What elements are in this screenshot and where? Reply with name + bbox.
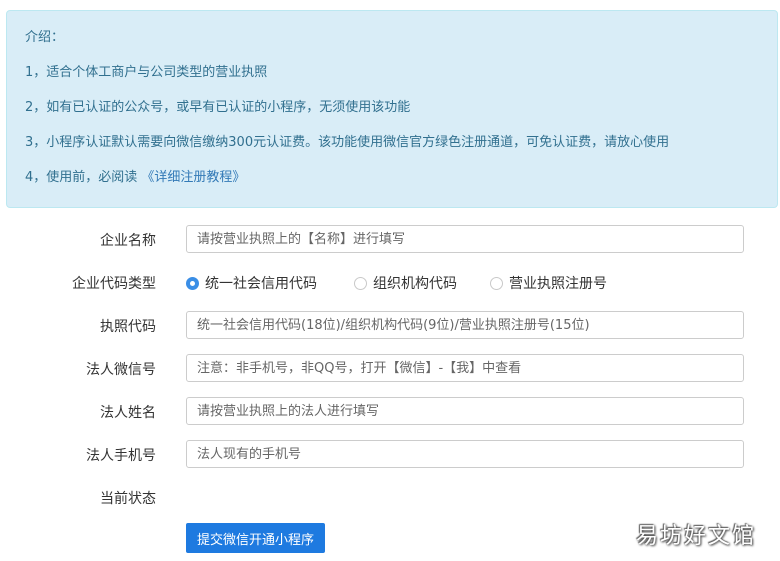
radio-organization-code-label: 组织机构代码: [373, 276, 457, 292]
legal-name-input[interactable]: [186, 397, 744, 425]
intro-alert-box: 介绍： 1，适合个体工商户与公司类型的营业执照 2，如有已认证的公众号，或早有已…: [6, 10, 778, 208]
radio-organization-code[interactable]: 组织机构代码: [354, 272, 457, 294]
intro-line-3: 3，小程序认证默认需要向微信缴纳300元认证费。该功能使用微信官方绿色注册通道，…: [25, 135, 670, 150]
intro-line-4-text: 4，使用前，必阅读: [25, 170, 138, 185]
company-name-label: 企业名称: [100, 233, 156, 249]
status-label: 当前状态: [100, 491, 156, 507]
legal-phone-input[interactable]: [186, 440, 744, 468]
legal-wechat-label: 法人微信号: [86, 362, 156, 378]
watermark: 易坊好文馆: [635, 524, 756, 549]
legal-phone-label: 法人手机号: [86, 448, 156, 464]
company-name-input[interactable]: [186, 225, 744, 253]
intro-title: 介绍：: [25, 30, 65, 45]
radio-checked-icon[interactable]: [186, 276, 199, 290]
radio-business-license-number-label: 营业执照注册号: [509, 276, 607, 292]
legal-wechat-input[interactable]: [186, 354, 744, 382]
radio-unified-credit-code-label: 统一社会信用代码: [205, 276, 317, 292]
radio-unchecked-icon[interactable]: [490, 276, 503, 290]
radio-business-license-number[interactable]: 营业执照注册号: [490, 272, 607, 294]
license-code-label: 执照代码: [100, 319, 156, 335]
radio-unified-credit-code[interactable]: 统一社会信用代码: [186, 272, 317, 294]
tutorial-link[interactable]: 《详细注册教程》: [141, 170, 245, 185]
intro-line-2: 2，如有已认证的公众号，或早有已认证的小程序，无须使用该功能: [25, 100, 411, 115]
license-code-input[interactable]: [186, 311, 744, 339]
intro-line-4: 4，使用前，必阅读 《详细注册教程》: [25, 166, 245, 185]
legal-name-label: 法人姓名: [100, 405, 156, 421]
submit-button[interactable]: 提交微信开通小程序: [186, 523, 326, 553]
radio-unchecked-icon[interactable]: [354, 276, 367, 290]
code-type-label: 企业代码类型: [72, 276, 156, 292]
intro-line-1: 1，适合个体工商户与公司类型的营业执照: [25, 65, 268, 80]
